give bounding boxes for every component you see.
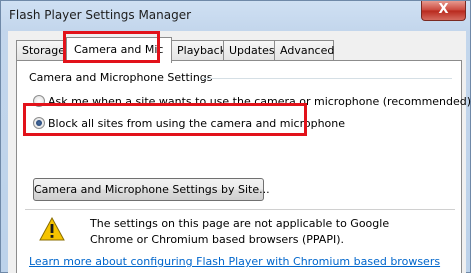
tab-advanced[interactable]: Advanced: [274, 40, 334, 61]
settings-window: Flash Player Settings Manager X Storage …: [0, 0, 471, 273]
learn-more-link[interactable]: Learn more about configuring Flash Playe…: [29, 255, 440, 268]
warning-message: The settings on this page are not applic…: [90, 217, 390, 246]
close-button[interactable]: X: [421, 1, 466, 21]
camera-mic-panel: Camera and Microphone Settings Ask me wh…: [16, 60, 471, 273]
warning-icon: [39, 217, 65, 241]
close-icon: X: [438, 2, 449, 17]
title-bar[interactable]: Flash Player Settings Manager X: [1, 1, 471, 31]
group-title: Camera and Microphone Settings: [29, 71, 213, 84]
tab-camera-and-mic[interactable]: Camera and Mic: [66, 37, 172, 63]
block-radio[interactable]: [33, 117, 45, 129]
group-divider: [202, 78, 452, 79]
block-option-label: Block all sites from using the camera an…: [48, 117, 346, 130]
ask-option[interactable]: Ask me when a site wants to use the came…: [33, 95, 471, 108]
tab-playback[interactable]: Playback: [171, 40, 226, 61]
ask-radio[interactable]: [33, 95, 45, 107]
tab-updates[interactable]: Updates: [223, 40, 275, 61]
client-area: Storage Camera and Mic Playback Updates …: [8, 31, 471, 273]
tab-storage[interactable]: Storage: [16, 40, 67, 61]
site-settings-button[interactable]: Camera and Microphone Settings by Site..…: [33, 178, 270, 201]
ask-option-label: Ask me when a site wants to use the came…: [48, 95, 471, 108]
window-title: Flash Player Settings Manager: [9, 8, 192, 22]
block-option[interactable]: Block all sites from using the camera an…: [33, 117, 345, 130]
section-divider: [25, 209, 455, 210]
